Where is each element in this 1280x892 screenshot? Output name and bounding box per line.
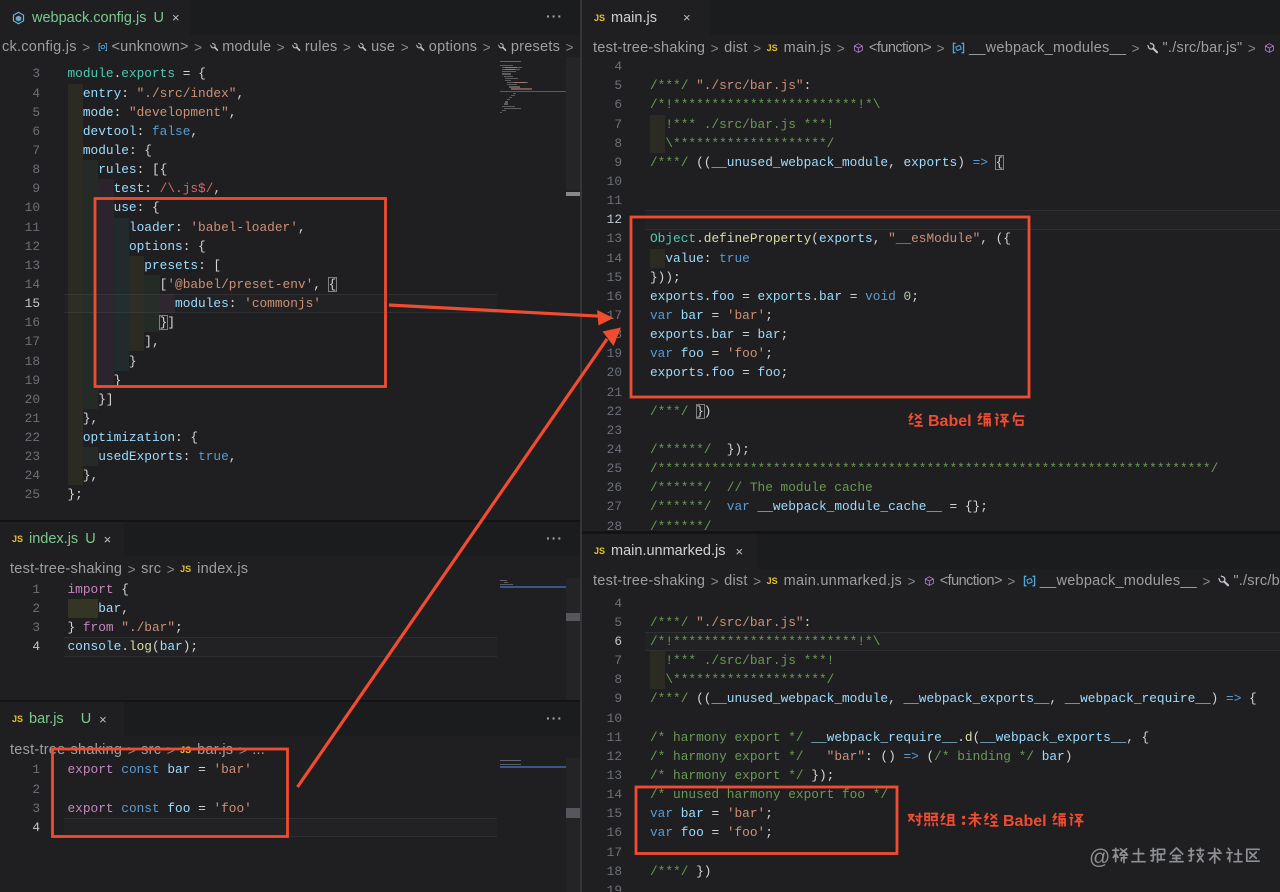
svg-text:Babel: Babel [1003,813,1047,830]
svg-text:Babel: Babel [928,413,972,430]
svg-text:@: @ [1089,846,1110,869]
